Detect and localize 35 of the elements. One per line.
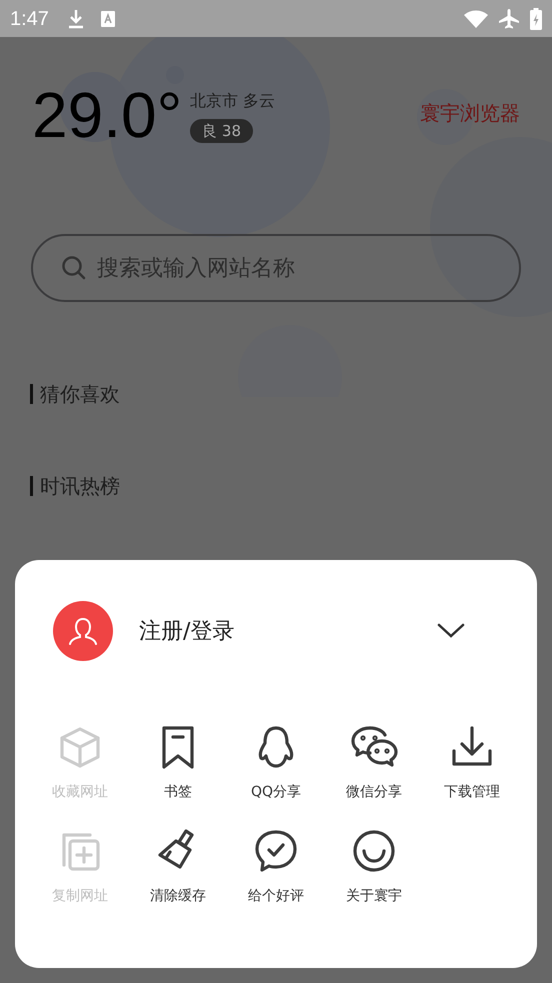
chevron-down-icon[interactable]: [437, 623, 465, 639]
menu-item-label: 给个好评: [248, 887, 304, 905]
battery-icon: [530, 8, 542, 30]
menu-item[interactable]: 清除缓存: [129, 827, 227, 905]
temperature: 29.0°: [32, 83, 182, 147]
menu-item-label: 书签: [164, 783, 192, 801]
font-icon: [100, 10, 115, 26]
menu-item[interactable]: 关于寰宇: [325, 827, 423, 905]
menu-item-label: 下载管理: [444, 783, 500, 801]
menu-item[interactable]: 给个好评: [227, 827, 325, 905]
menu-item-label: 复制网址: [52, 887, 108, 905]
search-field[interactable]: 搜索或输入网站名称: [31, 234, 521, 302]
weather-location: 北京市 多云: [190, 90, 276, 112]
menu-item[interactable]: 微信分享: [325, 723, 423, 801]
menu-item[interactable]: 书签: [129, 723, 227, 801]
menu-item-label: 清除缓存: [150, 887, 206, 905]
menu-item-label: QQ分享: [250, 783, 302, 801]
wifi-icon: [464, 10, 488, 28]
search-icon: [61, 255, 87, 281]
menu-item-label: 关于寰宇: [346, 887, 402, 905]
section-title: 时讯热榜: [40, 474, 120, 498]
menu-item-label: 收藏网址: [52, 783, 108, 801]
status-time: 1:47: [10, 6, 49, 32]
menu-item-label: 微信分享: [346, 783, 402, 801]
login-link[interactable]: 注册/登录: [139, 614, 234, 648]
menu-item[interactable]: 下载管理: [423, 723, 521, 801]
section-title: 猜你喜欢: [40, 382, 120, 406]
section-marker: [30, 384, 33, 404]
download-icon: [66, 8, 85, 28]
airplane-icon: [498, 8, 520, 30]
section-marker: [30, 476, 33, 496]
user-icon: [68, 616, 98, 646]
brand-name: 寰宇浏览器: [420, 100, 520, 127]
menu-item[interactable]: QQ分享: [227, 723, 325, 801]
air-quality-badge: 良 38: [190, 119, 254, 143]
